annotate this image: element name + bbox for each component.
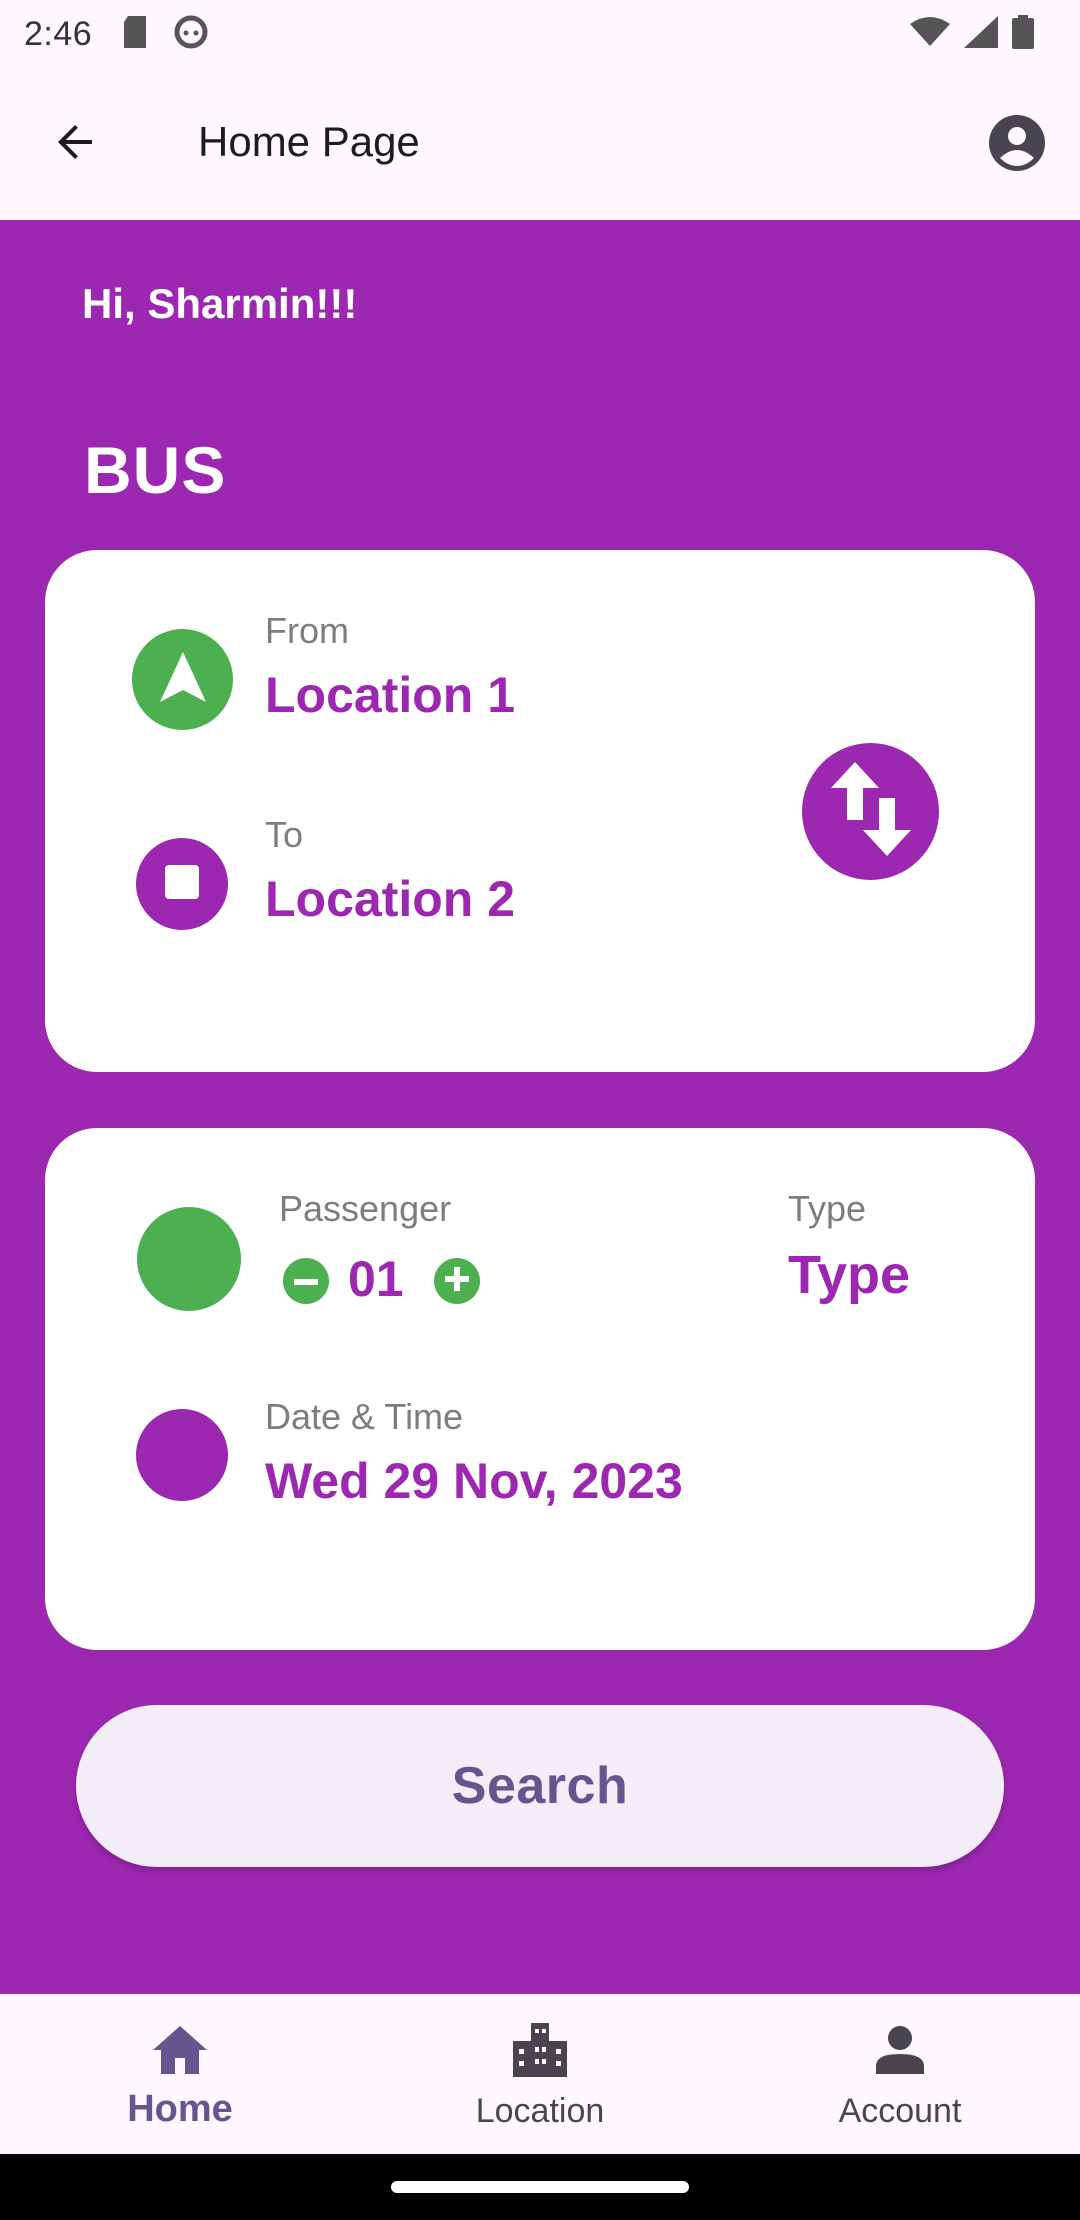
arrow-back-icon <box>52 118 100 171</box>
search-button-label: Search <box>451 1757 629 1815</box>
signal-icon <box>964 15 998 53</box>
transport-mode-title: BUS <box>84 433 227 507</box>
back-button[interactable] <box>40 108 112 180</box>
greeting-text: Hi, Sharmin!!! <box>82 280 358 327</box>
passenger-count: 01 <box>348 1251 404 1307</box>
route-card: From Location 1 To Location 2 <box>45 550 1035 1072</box>
app-bar: Home Page <box>0 68 1080 220</box>
plus-icon <box>445 1266 469 1296</box>
to-location-value[interactable]: Location 2 <box>265 870 515 928</box>
status-time: 2:46 <box>24 14 93 53</box>
home-icon <box>150 2020 210 2080</box>
nav-label-location: Location <box>475 2092 605 2130</box>
to-location-marker[interactable] <box>136 838 228 930</box>
nav-item-location[interactable]: Location <box>360 1994 720 2154</box>
page-title: Home Page <box>198 118 420 165</box>
status-bar: 2:46 <box>0 0 1080 68</box>
person-icon <box>870 2020 930 2080</box>
nav-item-home[interactable]: Home <box>0 1994 360 2154</box>
sd-card-icon <box>122 15 148 53</box>
search-button[interactable]: Search <box>76 1705 1004 1867</box>
trip-details-card: Passenger 01 Type Type Date & Time Wed 2… <box>45 1128 1035 1650</box>
type-label: Type <box>788 1188 867 1229</box>
type-value[interactable]: Type <box>788 1244 910 1306</box>
nav-label-account: Account <box>838 2092 962 2130</box>
from-label: From <box>265 610 349 651</box>
datetime-marker <box>136 1409 228 1501</box>
to-label: To <box>265 814 304 855</box>
datetime-value[interactable]: Wed 29 Nov, 2023 <box>265 1452 683 1510</box>
swap-vert-icon <box>830 762 911 861</box>
from-location-marker[interactable] <box>132 629 233 730</box>
bottom-navigation: Home Location Account <box>0 1994 1080 2154</box>
android-icon <box>174 15 208 54</box>
decrease-passenger-button[interactable] <box>283 1258 329 1304</box>
nav-label-home: Home <box>127 2088 233 2130</box>
stop-square-icon <box>165 864 199 904</box>
passenger-label: Passenger <box>279 1188 452 1229</box>
increase-passenger-button[interactable] <box>434 1258 480 1304</box>
battery-icon <box>1012 14 1034 54</box>
passenger-marker <box>137 1207 241 1311</box>
location-city-icon <box>510 2020 570 2080</box>
minus-icon <box>294 1272 318 1290</box>
swap-locations-button[interactable] <box>802 743 939 880</box>
account-circle-icon <box>988 114 1046 177</box>
nav-item-account[interactable]: Account <box>720 1994 1080 2154</box>
from-location-value[interactable]: Location 1 <box>265 666 515 724</box>
system-gesture-bar <box>0 2154 1080 2220</box>
profile-button[interactable] <box>984 112 1050 178</box>
datetime-label: Date & Time <box>265 1396 464 1437</box>
navigation-arrow-icon <box>159 652 206 707</box>
wifi-icon <box>910 16 950 53</box>
home-gesture-handle[interactable] <box>391 2181 689 2193</box>
